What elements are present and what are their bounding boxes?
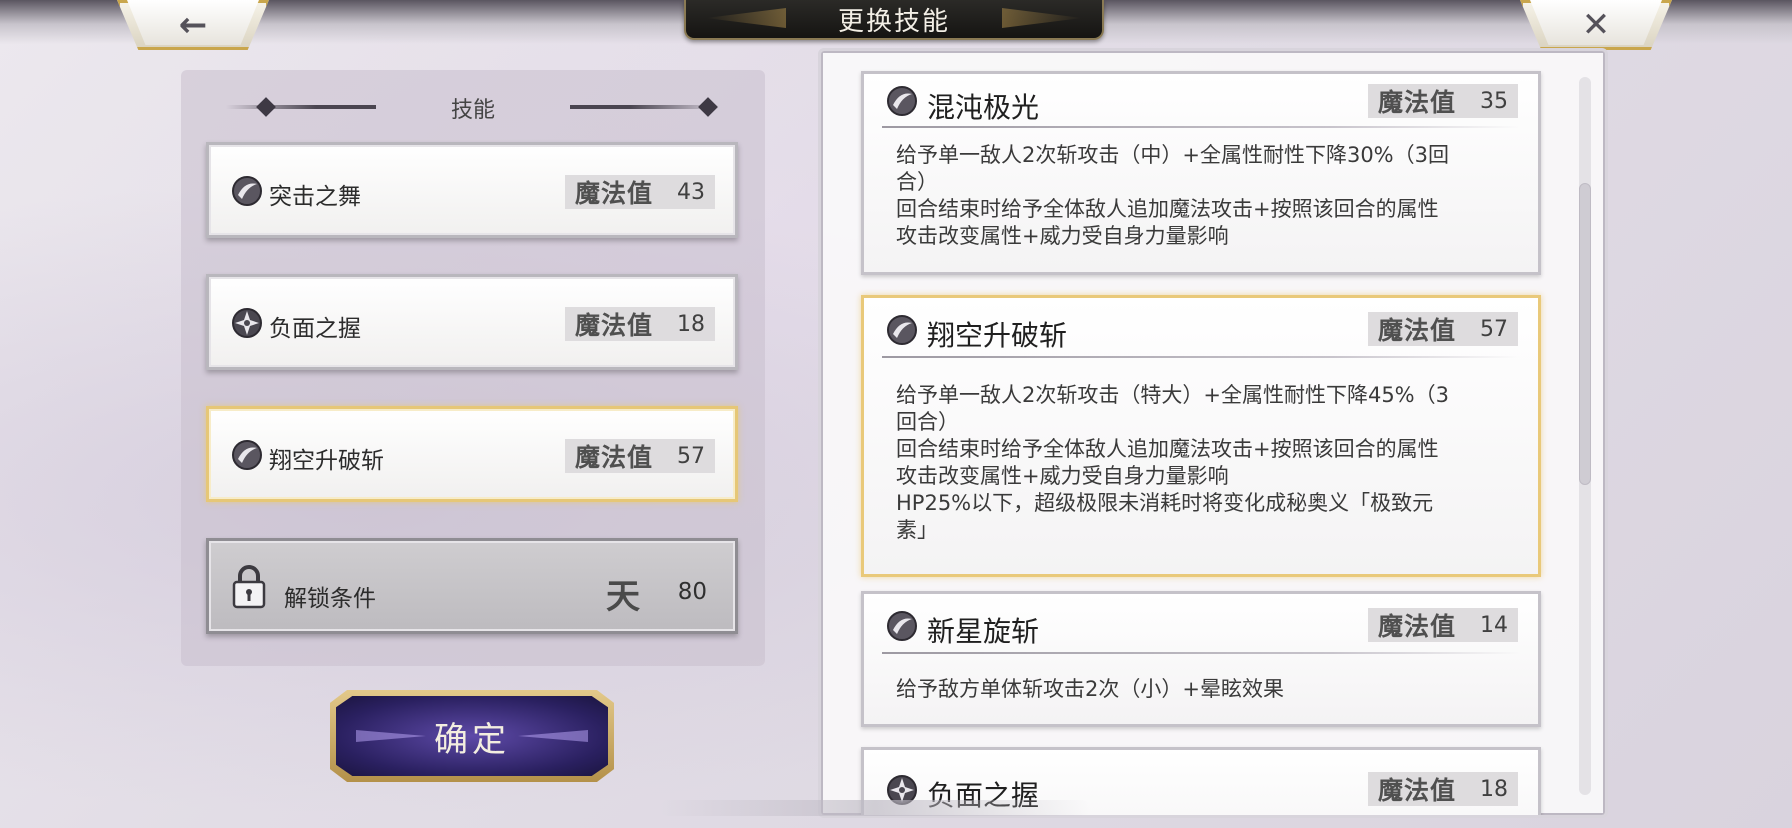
skill-description: 给予单一敌人2次斩攻击（特大）+全属性耐性下降45%（3 回合） 回合结束时给予… bbox=[896, 383, 1449, 542]
mp-cost: 魔法值 35 bbox=[1368, 84, 1518, 118]
mp-cost: 魔法值 43 bbox=[565, 175, 715, 209]
skill-slot-selected[interactable]: 翔空升破斩 魔法值 57 bbox=[206, 406, 738, 502]
mp-cost: 魔法值 18 bbox=[1368, 772, 1518, 806]
unlock-level-value: 80 bbox=[677, 579, 707, 605]
mp-label: 魔法值 bbox=[575, 311, 654, 340]
rank-emblem: 天 bbox=[606, 577, 640, 617]
mp-value: 14 bbox=[1480, 612, 1508, 638]
bottom-handle bbox=[660, 800, 1090, 816]
blade-orb-icon bbox=[887, 611, 917, 641]
close-icon: ✕ bbox=[1581, 5, 1611, 45]
mp-value: 57 bbox=[677, 443, 705, 469]
skill-name: 新星旋斩 bbox=[927, 615, 1040, 648]
mp-cost: 魔法值 14 bbox=[1368, 608, 1518, 642]
shuriken-orb-icon bbox=[232, 308, 262, 338]
back-button[interactable]: ← bbox=[117, 0, 269, 50]
blade-orb-icon bbox=[887, 86, 917, 116]
skill-card[interactable]: 新星旋斩 魔法值 14 给予敌方单体斩攻击2次（小）+晕眩效果 bbox=[861, 591, 1541, 727]
close-button[interactable]: ✕ bbox=[1520, 0, 1672, 50]
mp-value: 18 bbox=[677, 311, 705, 337]
blade-orb-icon bbox=[232, 440, 262, 470]
mp-cost: 魔法值 57 bbox=[565, 439, 715, 473]
divider bbox=[882, 652, 1520, 654]
mp-label: 魔法值 bbox=[575, 179, 654, 208]
blade-orb-icon bbox=[887, 315, 917, 345]
skill-card[interactable]: 混沌极光 魔法值 35 给予单一敌人2次斩攻击（中）+全属性耐性下降30%（3回… bbox=[861, 71, 1541, 275]
panel-heading: 技能 bbox=[181, 90, 765, 126]
skill-name: 突击之舞 bbox=[269, 184, 361, 210]
equipped-skills-panel: 技能 突击之舞 魔法值 43 负面之握 魔法值 18 翔空升破斩 魔法值 57 … bbox=[181, 70, 765, 666]
confirm-label: 确定 bbox=[434, 719, 510, 760]
mp-value: 18 bbox=[1480, 776, 1508, 802]
unlock-condition-label: 解锁条件 bbox=[284, 586, 376, 612]
blade-orb-icon bbox=[232, 176, 262, 206]
mp-label: 魔法值 bbox=[575, 443, 654, 472]
skill-card-selected[interactable]: 翔空升破斩 魔法值 57 给予单一敌人2次斩攻击（特大）+全属性耐性下降45%（… bbox=[861, 295, 1541, 577]
skill-slot[interactable]: 突击之舞 魔法值 43 bbox=[206, 142, 738, 238]
mp-label: 魔法值 bbox=[1378, 612, 1457, 641]
back-arrow-icon: ← bbox=[178, 5, 208, 45]
skill-slot[interactable]: 负面之握 魔法值 18 bbox=[206, 274, 738, 370]
skill-name: 负面之握 bbox=[269, 316, 361, 342]
scrollbar-thumb[interactable] bbox=[1579, 183, 1591, 485]
skill-description: 给予单一敌人2次斩攻击（中）+全属性耐性下降30%（3回 合） 回合结束时给予全… bbox=[896, 143, 1449, 248]
confirm-button[interactable]: 确定 bbox=[330, 690, 614, 782]
title-plate: 更换技能 bbox=[684, 0, 1104, 40]
skill-description: 给予敌方单体斩攻击2次（小）+晕眩效果 bbox=[896, 677, 1284, 701]
page-title: 更换技能 bbox=[837, 6, 950, 37]
mp-cost: 魔法值 18 bbox=[565, 307, 715, 341]
panel-heading-label: 技能 bbox=[450, 98, 495, 123]
skill-list-panel[interactable]: 混沌极光 魔法值 35 给予单一敌人2次斩攻击（中）+全属性耐性下降30%（3回… bbox=[818, 48, 1608, 818]
skill-name: 翔空升破斩 bbox=[927, 319, 1068, 352]
divider bbox=[882, 126, 1520, 128]
mp-label: 魔法值 bbox=[1378, 316, 1457, 345]
mp-value: 43 bbox=[677, 179, 705, 205]
skill-name: 翔空升破斩 bbox=[269, 448, 384, 474]
mp-label: 魔法值 bbox=[1378, 776, 1457, 805]
mp-value: 35 bbox=[1480, 88, 1508, 114]
mp-cost: 魔法值 57 bbox=[1368, 312, 1518, 346]
mp-label: 魔法值 bbox=[1378, 88, 1457, 117]
lock-icon bbox=[232, 565, 266, 609]
locked-skill-slot[interactable]: 解锁条件 天 80 bbox=[206, 538, 738, 634]
skill-name: 混沌极光 bbox=[927, 91, 1040, 124]
divider bbox=[882, 356, 1520, 358]
mp-value: 57 bbox=[1480, 316, 1508, 342]
